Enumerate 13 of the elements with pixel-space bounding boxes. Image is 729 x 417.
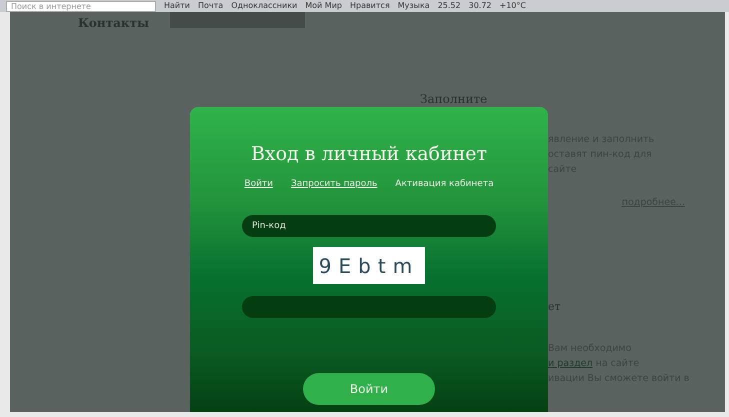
toolbar-link[interactable]: 30.72 bbox=[468, 1, 492, 11]
pin-field[interactable]: Pin-код bbox=[242, 215, 496, 237]
toolbar-link[interactable]: Нравится bbox=[350, 1, 390, 11]
toolbar-link[interactable]: Одноклассники bbox=[231, 1, 298, 11]
captcha-image: 9Ebtm bbox=[313, 247, 425, 284]
dialog-title: Вход в личный кабинет bbox=[250, 143, 488, 165]
search-link[interactable]: Найти bbox=[164, 1, 190, 11]
toolbar-link[interactable]: Почта bbox=[198, 1, 224, 11]
toolbar-link[interactable]: Мой Мир bbox=[305, 1, 342, 11]
toolbar-link[interactable]: 25.52 bbox=[438, 1, 461, 11]
toolbar-link[interactable]: +10°C bbox=[500, 1, 526, 11]
toolbar-link[interactable]: Музыка bbox=[398, 1, 430, 11]
captcha-field[interactable] bbox=[242, 296, 496, 318]
